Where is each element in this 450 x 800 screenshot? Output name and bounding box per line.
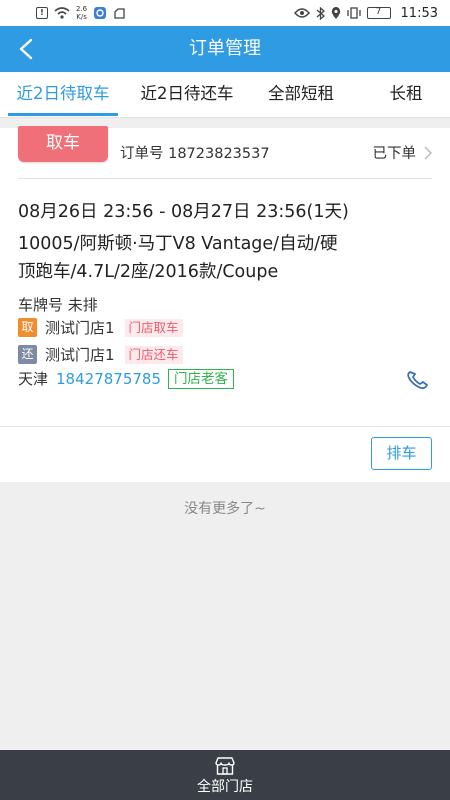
- return-store: 测试门店1: [45, 346, 115, 364]
- order-card[interactable]: 取车 订单号 18723823537 已下单 08月26日 23:56 - 08…: [0, 126, 450, 482]
- car-model-line-2: 顶跑车/4.7L/2座/2016款/Coupe: [18, 262, 279, 282]
- tab-all-short-term[interactable]: 全部短租: [248, 72, 354, 118]
- clipboard-icon: [114, 7, 125, 19]
- bluetooth-icon: [316, 6, 325, 20]
- order-number: 18723823537: [168, 146, 270, 162]
- plate-value: 未排: [67, 296, 98, 314]
- return-method-tag: 门店还车: [124, 345, 183, 364]
- network-speed: 2.6 K/s: [76, 5, 87, 21]
- app-notification-icon: [94, 7, 107, 19]
- phone-icon[interactable]: [406, 370, 430, 390]
- rental-date-range: 08月26日 23:56 - 08月27日 23:56(1天): [18, 202, 349, 222]
- plate-label: 车牌号: [18, 296, 64, 314]
- return-store-row: 还 测试门店1 门店还车: [18, 344, 183, 365]
- customer-row: 天津 18427875785 门店老客: [18, 368, 234, 389]
- order-type-badge: 取车: [18, 126, 108, 162]
- network-speed-value: 2.6: [76, 5, 88, 13]
- battery-level: 7: [375, 7, 382, 17]
- dispatch-car-button[interactable]: 排车: [371, 437, 432, 470]
- tab-return-2days[interactable]: 近2日待还车: [126, 72, 248, 118]
- tab-pickup-2days[interactable]: 近2日待取车: [0, 72, 126, 118]
- store-icon: [215, 757, 235, 775]
- tab-long-term[interactable]: 长租: [366, 72, 446, 118]
- return-mark: 还: [18, 345, 37, 364]
- location-icon: [331, 6, 340, 19]
- plate-row: 车牌号 未排: [18, 294, 98, 315]
- divider: [18, 178, 432, 179]
- chevron-right-icon: [424, 145, 432, 160]
- order-number-label: 订单号: [120, 146, 164, 162]
- tab-bar: 近2日待取车 近2日待还车 全部短租 长租: [0, 72, 450, 118]
- order-number-row: 订单号 18723823537: [120, 142, 270, 163]
- status-bar: ! 2.6 K/s 7 11:53: [0, 0, 450, 26]
- car-model-line-1: 10005/阿斯顿·马丁V8 Vantage/自动/硬: [18, 234, 338, 254]
- pickup-store: 测试门店1: [45, 319, 115, 337]
- order-status[interactable]: 已下单: [372, 142, 432, 163]
- customer-city: 天津: [18, 370, 49, 388]
- alert-icon: !: [36, 7, 48, 19]
- list-end-text: 没有更多了~: [184, 501, 266, 517]
- pickup-mark: 取: [18, 318, 37, 337]
- page-title: 订单管理: [189, 38, 261, 59]
- vibrate-icon: [346, 7, 361, 19]
- active-tab-indicator: [8, 113, 118, 116]
- clock: 11:53: [400, 5, 438, 21]
- wifi-icon: [54, 7, 70, 19]
- car-model: 10005/阿斯顿·马丁V8 Vantage/自动/硬 顶跑车/4.7L/2座/…: [18, 230, 432, 286]
- nav-bar: 订单管理: [0, 26, 450, 72]
- pickup-store-row: 取 测试门店1 门店取车: [18, 317, 183, 338]
- status-bar-right: 7 11:53: [293, 5, 438, 21]
- customer-phone[interactable]: 18427875785: [56, 370, 161, 388]
- bottom-bar[interactable]: 全部门店: [0, 750, 450, 800]
- divider: [0, 426, 450, 427]
- all-stores-label: 全部门店: [197, 779, 253, 795]
- eye-icon: [293, 8, 310, 18]
- customer-tag: 门店老客: [168, 368, 234, 389]
- battery-icon: 7: [366, 7, 391, 19]
- order-status-text: 已下单: [372, 146, 417, 162]
- status-bar-left: ! 2.6 K/s: [36, 5, 126, 21]
- pickup-method-tag: 门店取车: [124, 318, 183, 337]
- network-speed-unit: K/s: [76, 13, 87, 21]
